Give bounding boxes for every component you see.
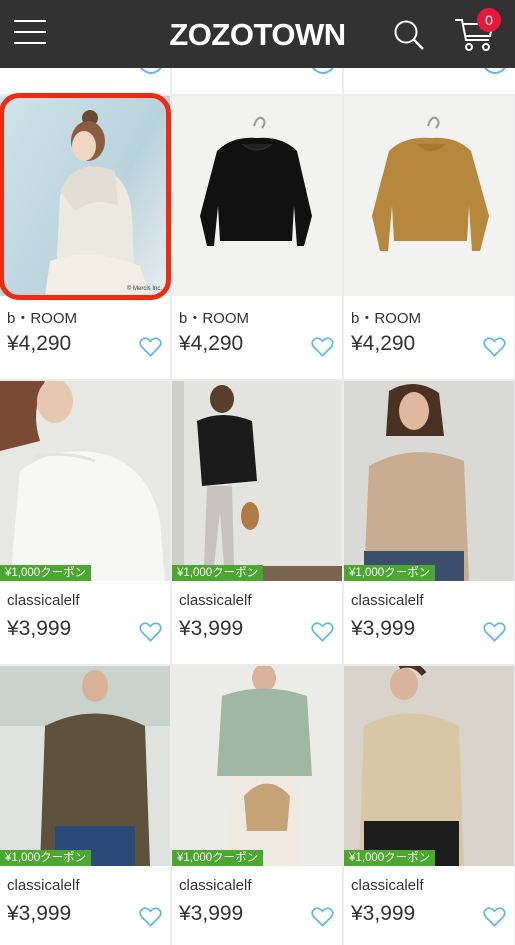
partial-card [344, 68, 515, 94]
heart-icon[interactable] [483, 906, 506, 928]
price: ¥3,999 [179, 902, 244, 925]
product-image[interactable] [0, 666, 170, 866]
heart-icon[interactable] [311, 906, 334, 928]
product-image[interactable] [344, 96, 514, 296]
price: ¥3,999 [179, 617, 244, 640]
previous-row-strip [0, 68, 515, 95]
product-image[interactable] [172, 666, 342, 866]
partial-card [0, 68, 170, 94]
product-grid: © Mercis Inc. b・ROOM ¥4,290 b・ROOM ¥4,29… [0, 68, 515, 945]
brand-name[interactable]: classicalelf [179, 877, 252, 894]
product-card[interactable]: ¥1,000クーポン classicalelf ¥3,999 [172, 381, 342, 664]
product-image[interactable] [172, 381, 342, 581]
heart-icon[interactable] [139, 906, 162, 928]
brand-name[interactable]: classicalelf [179, 592, 252, 609]
heart-icon[interactable] [139, 336, 162, 358]
partial-card [172, 68, 342, 94]
heart-icon[interactable] [311, 621, 334, 643]
coupon-badge: ¥1,000クーポン [172, 565, 264, 581]
zozotown-logo[interactable]: ZOZOTOWN [0, 17, 515, 53]
product-image[interactable] [172, 96, 342, 296]
product-card[interactable]: ¥1,000クーポン classicalelf ¥3,999 [172, 666, 342, 945]
price: ¥4,290 [351, 332, 416, 355]
product-image[interactable]: © Mercis Inc. [0, 96, 170, 296]
product-card[interactable]: ¥1,000クーポン classicalelf ¥3,999 [344, 666, 514, 945]
coupon-badge: ¥1,000クーポン [0, 565, 92, 581]
price: ¥4,290 [179, 332, 244, 355]
brand-name[interactable]: classicalelf [7, 877, 80, 894]
price: ¥3,999 [351, 902, 416, 925]
brand-name[interactable]: classicalelf [351, 877, 424, 894]
heart-icon[interactable] [311, 336, 334, 358]
coupon-badge: ¥1,000クーポン [172, 850, 264, 866]
product-card[interactable]: b・ROOM ¥4,290 [172, 96, 342, 379]
product-image[interactable] [344, 666, 514, 866]
coupon-badge: ¥1,000クーポン [344, 565, 436, 581]
heart-icon[interactable] [483, 621, 506, 643]
heart-icon[interactable] [139, 621, 162, 643]
coupon-badge: ¥1,000クーポン [344, 850, 436, 866]
brand-name[interactable]: b・ROOM [7, 307, 77, 328]
copyright-text: © Mercis Inc. [126, 286, 162, 292]
coupon-badge: ¥1,000クーポン [0, 850, 92, 866]
brand-name[interactable]: b・ROOM [351, 307, 421, 328]
product-card[interactable]: ¥1,000クーポン classicalelf ¥3,999 [0, 666, 170, 945]
product-card[interactable]: ¥1,000クーポン classicalelf ¥3,999 [344, 381, 514, 664]
brand-name[interactable]: classicalelf [351, 592, 424, 609]
product-image[interactable] [0, 381, 170, 581]
brand-name[interactable]: classicalelf [7, 592, 80, 609]
price: ¥4,290 [7, 332, 72, 355]
price: ¥3,999 [7, 617, 72, 640]
product-card[interactable]: ¥1,000クーポン classicalelf ¥3,999 [0, 381, 170, 664]
cart-count-badge: 0 [477, 8, 501, 32]
price: ¥3,999 [7, 902, 72, 925]
product-card[interactable]: b・ROOM ¥4,290 [344, 96, 514, 379]
product-image[interactable] [344, 381, 514, 581]
price: ¥3,999 [351, 617, 416, 640]
heart-icon[interactable] [483, 336, 506, 358]
product-card[interactable]: © Mercis Inc. b・ROOM ¥4,290 [0, 96, 170, 379]
brand-name[interactable]: b・ROOM [179, 307, 249, 328]
app-header: ZOZOTOWN 0 [0, 0, 515, 68]
search-icon[interactable] [392, 18, 426, 52]
